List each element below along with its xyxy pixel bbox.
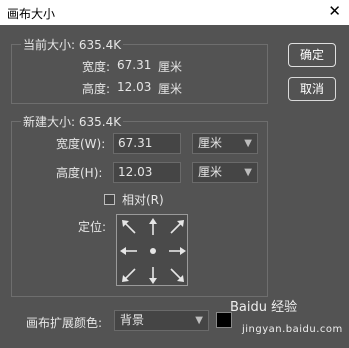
height-unit-select[interactable]: 厘米 ▼ [192,162,258,183]
watermark-url: jingyan.baidu.com [242,324,343,335]
current-width-unit: 厘米 [158,60,183,74]
anchor-bottom-left[interactable] [117,263,141,287]
anchor-grid [116,214,188,286]
arrow-up-right-icon [170,220,184,234]
anchor-top-right[interactable] [165,215,189,239]
height-unit-value: 厘米 [198,165,223,179]
ok-button[interactable]: 确定 [288,43,336,67]
window-title: 画布大小 [7,7,56,21]
width-unit-select[interactable]: 厘米 ▼ [192,133,258,154]
current-size-heading: 当前大小: 635.4K [21,36,124,53]
anchor-right[interactable] [165,239,189,263]
current-height-value: 12.03 [117,80,152,94]
center-dot-icon [150,248,156,254]
new-width-label: 宽度(W): [56,137,106,151]
anchor-center[interactable] [141,239,165,263]
extension-color-value: 背景 [120,313,145,327]
relative-checkbox[interactable] [104,194,115,205]
arrow-right-icon [169,247,186,255]
current-height-label: 高度: [82,82,111,96]
arrow-left-icon [120,247,137,255]
arrow-up-icon [149,218,157,235]
anchor-bottom[interactable] [141,263,165,287]
title-bar: 画布大小 ✕ [0,0,349,25]
width-unit-value: 厘米 [198,136,223,150]
anchor-top[interactable] [141,215,165,239]
cancel-button[interactable]: 取消 [288,77,336,101]
arrow-up-left-icon [122,220,136,234]
new-size-heading: 新建大小: 635.4K [21,113,124,130]
anchor-top-left[interactable] [117,215,141,239]
anchor-bottom-right[interactable] [165,263,189,287]
anchor-left[interactable] [117,239,141,263]
current-width-value: 67.31 [117,58,152,72]
arrow-down-left-icon [122,268,136,282]
relative-label[interactable]: 相对(R) [122,191,164,208]
watermark-logo: Baidu 经验 [230,300,298,315]
current-height-unit: 厘米 [158,82,183,96]
arrow-down-right-icon [170,268,184,282]
arrow-down-icon [149,267,157,284]
current-width-label: 宽度: [82,60,111,74]
height-input[interactable]: 12.03 [113,162,181,183]
extension-color-select[interactable]: 背景 ▼ [114,310,209,331]
chevron-down-icon: ▼ [244,167,252,178]
new-height-label: 高度(H): [56,166,103,180]
close-icon[interactable]: ✕ [328,3,341,19]
anchor-label: 定位: [78,220,107,234]
chevron-down-icon: ▼ [195,315,203,326]
current-size-group [11,44,268,104]
watermark: Baidu 经验 jingyan.baidu.com [230,296,342,335]
width-input[interactable]: 67.31 [113,133,181,154]
extension-color-label: 画布扩展颜色: [26,316,103,330]
chevron-down-icon: ▼ [244,138,252,149]
